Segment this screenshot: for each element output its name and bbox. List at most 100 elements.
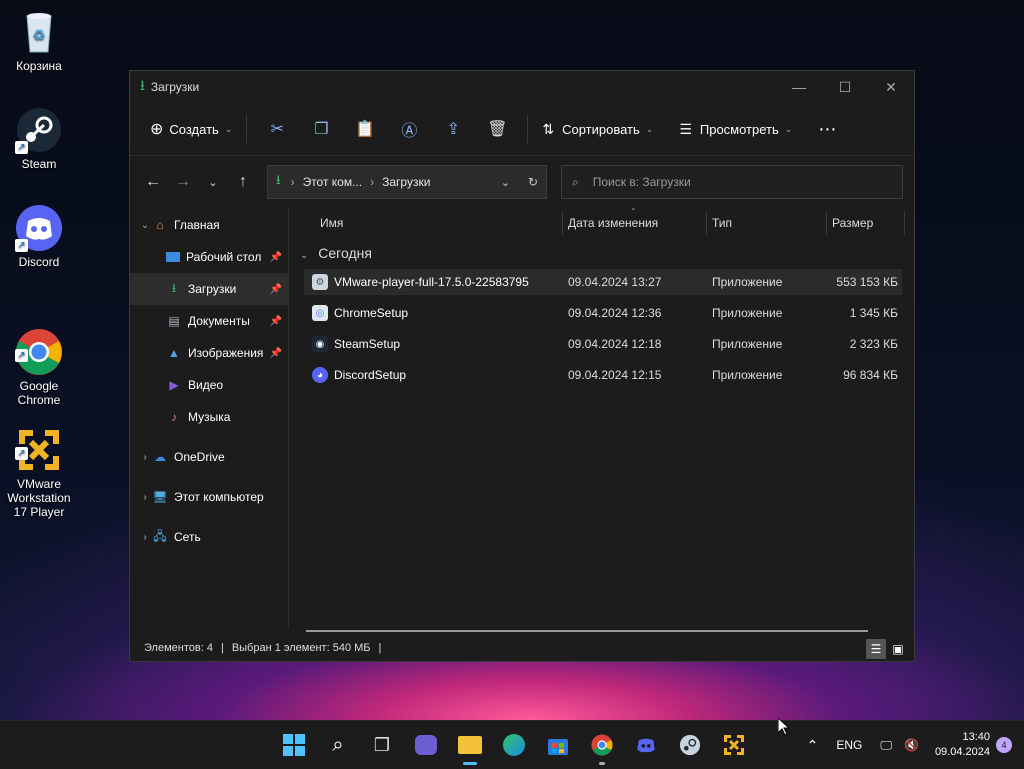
mouse-cursor-icon xyxy=(778,718,790,736)
column-divider[interactable] xyxy=(904,211,905,235)
volume-muted-icon[interactable]: 🔇 xyxy=(904,738,919,752)
search-placeholder: Поиск в: Загрузки xyxy=(592,175,691,189)
search-button[interactable]: ⌕ xyxy=(316,723,360,767)
vmware-icon: ↗ xyxy=(15,412,63,470)
column-header-name[interactable]: Имя xyxy=(320,216,343,230)
share-icon[interactable]: ⇪ xyxy=(435,112,471,146)
explorer-window: ⭳ Загрузки — ☐ ✕ ⊕ Создать ⌄ ✂ ❐ 📋 Ⓐ ⇪ 🗑… xyxy=(129,70,915,662)
sidebar-item-music[interactable]: ♪ Музыка xyxy=(130,401,288,433)
search-input[interactable]: ⌕ Поиск в: Загрузки xyxy=(561,165,903,199)
downloads-icon: ⭳ xyxy=(171,280,177,295)
up-arrow-icon[interactable]: ↑ xyxy=(228,167,258,197)
back-arrow-icon[interactable]: ← xyxy=(138,167,168,197)
chevron-down-icon[interactable]: ⌄ xyxy=(501,176,510,189)
sidebar-item-downloads[interactable]: ⭳ Загрузки 📌 xyxy=(130,273,288,305)
column-divider[interactable] xyxy=(562,211,563,235)
file-row[interactable]: ⚙ VMware-player-full-17.5.0-22583795 09.0… xyxy=(304,269,902,295)
taskbar-discord[interactable] xyxy=(624,723,668,767)
chevron-down-icon[interactable]: ⌄ xyxy=(138,220,152,231)
more-options-button[interactable]: ⋯ xyxy=(812,112,842,146)
view-button[interactable]: ☰ Просмотреть ⌄ xyxy=(673,112,798,146)
taskbar-edge[interactable] xyxy=(492,723,536,767)
tiles-view-icon[interactable]: ▣ xyxy=(888,639,908,659)
file-name: SteamSetup xyxy=(334,337,401,351)
more-dots-icon: ⋯ xyxy=(818,118,837,139)
group-header-today[interactable]: ⌄ Сегодня xyxy=(300,245,372,261)
pin-icon: 📌 xyxy=(269,283,282,295)
sidebar-item-this-pc[interactable]: › 🖥 Этот компьютер xyxy=(130,481,288,513)
copy-icon[interactable]: ❐ xyxy=(303,112,339,146)
sidebar-item-network[interactable]: › 🖧 Сеть xyxy=(130,521,288,553)
chevron-down-icon: ⌄ xyxy=(784,123,793,134)
details-view-icon[interactable]: ☰ xyxy=(866,639,886,659)
sort-indicator-icon: ⌃ xyxy=(630,207,637,216)
clock[interactable]: 13:40 09.04.2024 xyxy=(935,730,990,760)
shortcut-arrow-icon: ↗ xyxy=(15,141,28,154)
create-button[interactable]: ⊕ Создать ⌄ xyxy=(144,112,238,146)
desktop-icon-recycle-bin[interactable]: ♻ Корзина xyxy=(0,8,78,73)
sidebar-item-videos[interactable]: ▶ Видео xyxy=(130,369,288,401)
task-view-button[interactable]: ❐ xyxy=(360,723,404,767)
svg-text:♻: ♻ xyxy=(33,27,46,43)
sidebar-item-documents[interactable]: ▤ Документы 📌 xyxy=(130,305,288,337)
breadcrumb-this-pc[interactable]: Этот ком... xyxy=(303,175,363,189)
sidebar-item-onedrive[interactable]: › ☁ OneDrive xyxy=(130,441,288,473)
steam-icon xyxy=(679,734,701,756)
file-type: Приложение xyxy=(712,337,783,351)
computer-icon: 🖥 xyxy=(152,490,168,504)
running-indicator xyxy=(463,762,477,765)
desktop-icon-vmware[interactable]: ↗ VMware Workstation 17 Player xyxy=(0,398,78,533)
taskbar-vmware[interactable] xyxy=(712,723,756,767)
column-divider[interactable] xyxy=(826,211,827,235)
taskbar-steam[interactable] xyxy=(668,723,712,767)
close-button[interactable]: ✕ xyxy=(868,71,914,103)
desktop-icon-label: VMware Workstation 17 Player xyxy=(7,477,71,519)
sidebar-item-desktop[interactable]: Рабочий стол 📌 xyxy=(130,241,288,273)
paste-icon[interactable]: 📋 xyxy=(347,112,383,146)
horizontal-scrollbar[interactable] xyxy=(306,630,868,632)
minimize-button[interactable]: — xyxy=(776,71,822,103)
rename-icon[interactable]: Ⓐ xyxy=(391,112,427,146)
status-divider: | xyxy=(378,642,382,654)
discord-icon: ↗ xyxy=(15,204,63,252)
chevron-up-icon[interactable]: ⌃ xyxy=(807,737,819,754)
network-icon[interactable]: 🖵 xyxy=(880,738,892,753)
windows-logo-icon xyxy=(283,734,305,756)
chevron-down-icon: ⌄ xyxy=(300,250,309,261)
sidebar-item-pictures[interactable]: ▲ Изображения 📌 xyxy=(130,337,288,369)
recent-locations-icon[interactable]: ⌄ xyxy=(198,167,228,197)
chevron-right-icon[interactable]: › xyxy=(138,532,152,543)
chevron-right-icon[interactable]: › xyxy=(138,492,152,503)
notification-badge[interactable]: 4 xyxy=(996,737,1012,753)
refresh-icon[interactable]: ↻ xyxy=(528,175,538,189)
language-indicator[interactable]: ENG xyxy=(836,738,862,752)
vmware-installer-icon: ⚙ xyxy=(312,274,328,290)
taskbar-explorer[interactable] xyxy=(448,723,492,767)
forward-arrow-icon[interactable]: → xyxy=(168,167,198,197)
window-title: Загрузки xyxy=(150,80,200,94)
sort-button[interactable]: ⇅ Сортировать ⌄ xyxy=(536,112,659,146)
file-row[interactable]: ◉ SteamSetup 09.04.2024 12:18 Приложение … xyxy=(304,331,902,357)
file-row[interactable]: ◕ DiscordSetup 09.04.2024 12:15 Приложени… xyxy=(304,362,902,388)
address-bar[interactable]: ⭳ › Этот ком... › Загрузки ⌄ ↻ xyxy=(267,165,547,199)
chevron-down-icon: ⌄ xyxy=(224,123,233,134)
start-button[interactable] xyxy=(272,723,316,767)
chat-button[interactable] xyxy=(404,723,448,767)
chevron-right-icon[interactable]: › xyxy=(138,452,152,463)
sidebar-item-home[interactable]: ⌄ ⌂ Главная xyxy=(130,209,288,241)
taskbar-chrome[interactable] xyxy=(580,723,624,767)
column-header-date[interactable]: Дата изменения xyxy=(568,216,658,230)
cut-icon[interactable]: ✂ xyxy=(259,112,295,146)
column-header-type[interactable]: Тип xyxy=(712,216,732,230)
file-row[interactable]: ◎ ChromeSetup 09.04.2024 12:36 Приложение… xyxy=(304,300,902,326)
downloads-icon: ⭳ xyxy=(276,172,281,187)
desktop-icon-discord[interactable]: ↗ Discord xyxy=(0,204,78,269)
column-divider[interactable] xyxy=(706,211,707,235)
title-bar[interactable]: ⭳ Загрузки — ☐ ✕ xyxy=(130,71,914,103)
desktop-icon-steam[interactable]: ↗ Steam xyxy=(0,106,78,171)
breadcrumb-downloads[interactable]: Загрузки xyxy=(382,175,430,189)
maximize-button[interactable]: ☐ xyxy=(822,71,868,103)
delete-icon[interactable]: 🗑 xyxy=(479,112,515,146)
taskbar-store[interactable] xyxy=(536,723,580,767)
column-header-size[interactable]: Размер xyxy=(832,216,873,230)
